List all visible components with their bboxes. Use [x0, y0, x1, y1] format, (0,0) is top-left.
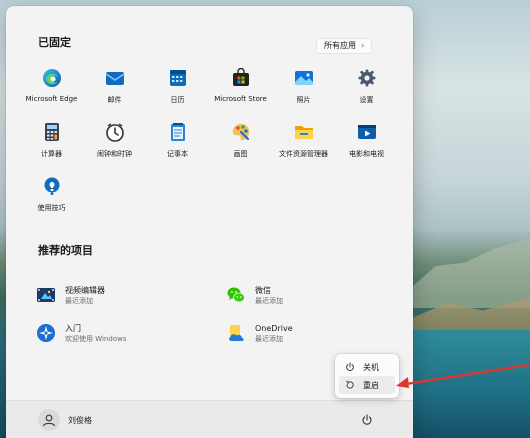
onedrive-icon — [226, 323, 246, 343]
pinned-app-edge[interactable]: Microsoft Edge — [20, 64, 83, 118]
user-account-button[interactable]: 刘俊格 — [38, 409, 92, 431]
power-menu: 关机 重启 — [335, 354, 399, 398]
pinned-app-tips[interactable]: 使用技巧 — [20, 172, 83, 226]
pinned-app-clock[interactable]: 闹钟和时钟 — [83, 118, 146, 172]
tips-icon — [42, 176, 62, 196]
restart-icon — [346, 380, 354, 389]
recommended-item-get-started[interactable]: 入门 欢迎使用 Windows — [36, 314, 226, 352]
shutdown-label: 关机 — [363, 362, 379, 372]
pinned-app-notepad[interactable]: 记事本 — [146, 118, 209, 172]
wallpaper-hill — [412, 238, 530, 308]
chevron-right-icon: › — [361, 41, 365, 50]
pinned-section-title: 已固定 — [38, 36, 71, 49]
pinned-app-mail[interactable]: 邮件 — [83, 64, 146, 118]
notepad-icon — [168, 122, 188, 142]
power-button[interactable] — [358, 411, 376, 429]
settings-gear-icon — [357, 68, 377, 88]
app-label: 邮件 — [107, 96, 122, 104]
recommended-subtitle: 最近添加 — [255, 334, 283, 343]
shutdown-menu-item[interactable]: 关机 — [339, 358, 395, 376]
recommended-title: OneDrive — [255, 323, 293, 333]
start-menu-footer: 刘俊格 — [6, 400, 413, 438]
app-label: Microsoft Store — [214, 95, 267, 103]
photos-icon — [294, 68, 314, 88]
clock-icon — [105, 122, 125, 142]
recommended-item-video-editor[interactable]: 视频编辑器 最近添加 — [36, 276, 226, 314]
all-apps-label: 所有应用 — [324, 41, 356, 50]
app-label: 照片 — [296, 96, 311, 104]
calculator-icon — [42, 122, 62, 142]
app-label: 计算器 — [41, 150, 62, 158]
get-started-icon — [36, 323, 56, 343]
mail-icon — [105, 68, 125, 88]
pinned-apps-grid: Microsoft Edge 邮件 日历 Microsoft Store 照片 … — [20, 64, 398, 226]
power-icon — [362, 414, 372, 425]
recommended-item-onedrive[interactable]: OneDrive 最近添加 — [226, 314, 416, 352]
recommended-title: 视频编辑器 — [65, 285, 105, 295]
pinned-app-paint[interactable]: 画图 — [209, 118, 272, 172]
annotation-arrow — [396, 363, 530, 388]
app-label: 闹钟和时钟 — [97, 150, 132, 158]
store-icon — [231, 68, 251, 88]
recommended-subtitle: 欢迎使用 Windows — [65, 334, 127, 343]
paint-icon — [231, 122, 251, 142]
pinned-app-movies-tv[interactable]: 电影和电视 — [335, 118, 398, 172]
app-label: 电影和电视 — [349, 150, 384, 158]
recommended-subtitle: 最近添加 — [65, 296, 93, 305]
pinned-app-photos[interactable]: 照片 — [272, 64, 335, 118]
recommended-item-wechat[interactable]: 微信 最近添加 — [226, 276, 416, 314]
wechat-icon — [226, 285, 246, 305]
app-label: 使用技巧 — [37, 204, 66, 212]
app-label: 画图 — [233, 150, 248, 158]
restart-menu-item[interactable]: 重启 — [339, 376, 395, 394]
pinned-app-calculator[interactable]: 计算器 — [20, 118, 83, 172]
pinned-app-calendar[interactable]: 日历 — [146, 64, 209, 118]
user-avatar-icon — [38, 409, 60, 431]
app-label: 日历 — [170, 96, 185, 104]
pinned-app-settings[interactable]: 设置 — [335, 64, 398, 118]
all-apps-button[interactable]: 所有应用 › — [316, 38, 373, 54]
app-label: Microsoft Edge — [25, 95, 78, 103]
recommended-subtitle: 最近添加 — [255, 296, 283, 305]
app-label: 设置 — [359, 96, 374, 104]
pinned-app-store[interactable]: Microsoft Store — [209, 64, 272, 118]
file-explorer-icon — [294, 122, 314, 142]
power-icon — [346, 362, 354, 371]
user-name: 刘俊格 — [68, 415, 92, 425]
edge-icon — [42, 68, 62, 88]
video-editor-icon — [36, 285, 56, 305]
recommended-list: 视频编辑器 最近添加 微信 最近添加 入门 欢迎使用 Windows OneDr… — [36, 276, 416, 352]
recommended-title: 入门 — [65, 323, 81, 333]
pinned-app-file-explorer[interactable]: 文件资源管理器 — [272, 118, 335, 172]
app-label: 文件资源管理器 — [279, 150, 328, 158]
app-label: 记事本 — [167, 150, 188, 158]
recommended-title: 微信 — [255, 285, 271, 295]
recommended-section-title: 推荐的项目 — [38, 244, 93, 257]
calendar-icon — [168, 68, 188, 88]
restart-label: 重启 — [363, 380, 379, 390]
movies-tv-icon — [357, 122, 377, 142]
